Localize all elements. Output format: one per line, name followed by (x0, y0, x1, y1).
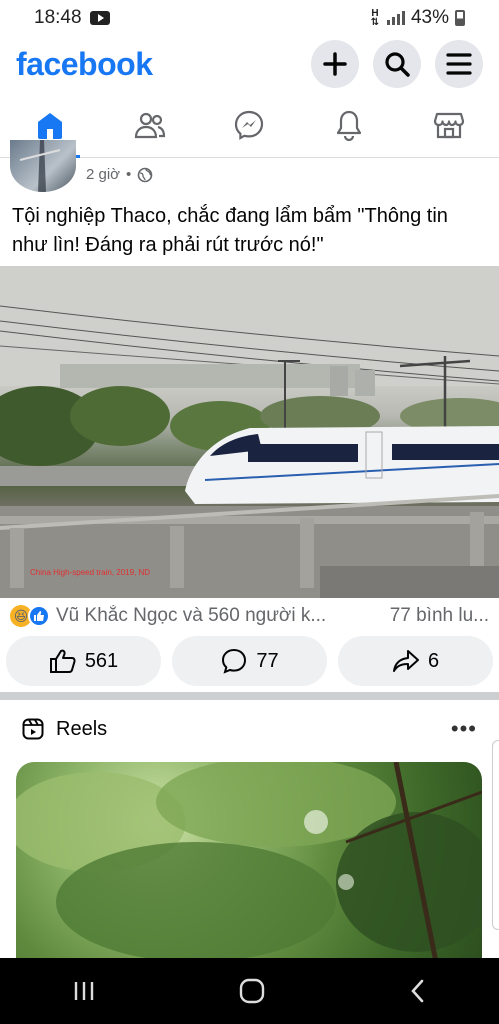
reels-header: Reels ••• (0, 712, 499, 746)
share-arrow-icon (392, 650, 419, 672)
status-bar: 18:48 H ⇅ 43% (0, 0, 499, 36)
network-type-icon: H ⇅ (370, 8, 380, 28)
tab-marketplace[interactable] (419, 92, 479, 158)
comment-button[interactable]: 77 (172, 636, 327, 686)
share-count: 6 (427, 649, 440, 672)
more-options-icon[interactable]: ••• (451, 716, 477, 742)
post-header: 2 giờ • (0, 140, 499, 194)
reel-thumbnail[interactable] (16, 762, 482, 962)
messenger-icon (235, 110, 264, 140)
hamburger-menu-icon (446, 53, 472, 75)
bell-icon (337, 110, 362, 141)
comment-bubble-icon (222, 648, 247, 674)
menu-button[interactable] (435, 40, 483, 88)
tab-friends[interactable] (120, 92, 180, 158)
status-time: 18:48 (34, 7, 82, 28)
post-photo[interactable]: China High-speed train, 2019, ND (0, 266, 499, 598)
system-navigation-bar (0, 958, 499, 1024)
post-action-bar: 561 77 6 (0, 636, 499, 686)
reels-icon (22, 718, 44, 740)
share-button[interactable]: 6 (338, 636, 493, 686)
like-button[interactable]: 561 (6, 636, 161, 686)
recent-apps-icon[interactable] (72, 980, 96, 1002)
search-icon (385, 52, 410, 77)
home-icon (37, 112, 62, 139)
globe-icon (137, 167, 153, 182)
thumbs-up-icon (49, 649, 76, 673)
comments-count-text[interactable]: 77 bình lu... (390, 605, 489, 627)
plus-icon (323, 52, 347, 76)
meta-separator: • (126, 166, 132, 183)
create-button[interactable] (311, 40, 359, 88)
scroll-edge-hint (492, 740, 499, 930)
tab-notifications[interactable] (319, 92, 379, 158)
friends-icon (134, 112, 165, 138)
feed-separator (0, 692, 499, 700)
photo-watermark-caption: China High-speed train, 2019, ND (30, 568, 151, 577)
facebook-logo[interactable]: facebook (16, 46, 153, 83)
app-header: facebook (0, 36, 499, 92)
like-reaction-icon (28, 605, 50, 627)
reactions-summary[interactable]: 😆 Vũ Khắc Ngọc và 560 người k... 77 bình… (0, 598, 499, 634)
reels-title: Reels (56, 717, 108, 740)
marketplace-icon (433, 112, 465, 138)
search-button[interactable] (373, 40, 421, 88)
back-icon[interactable] (408, 978, 428, 1004)
home-nav-icon[interactable] (239, 978, 265, 1004)
tab-messenger[interactable] (219, 92, 279, 158)
post-timestamp: 2 giờ (86, 166, 121, 183)
train-photo-illustration (0, 266, 499, 598)
youtube-notification-icon (89, 11, 110, 25)
like-count: 561 (84, 649, 119, 672)
battery-icon (455, 10, 465, 26)
signal-icon (386, 11, 405, 25)
comment-count: 77 (256, 649, 279, 672)
author-avatar[interactable] (10, 140, 76, 192)
reel-foliage-illustration (16, 762, 482, 962)
reactions-text: Vũ Khắc Ngọc và 560 người k... (56, 605, 327, 626)
battery-percent: 43% (410, 7, 449, 28)
post-body-text: Tội nghiệp Thaco, chắc đang lẩm bẩm "Thô… (12, 205, 448, 256)
